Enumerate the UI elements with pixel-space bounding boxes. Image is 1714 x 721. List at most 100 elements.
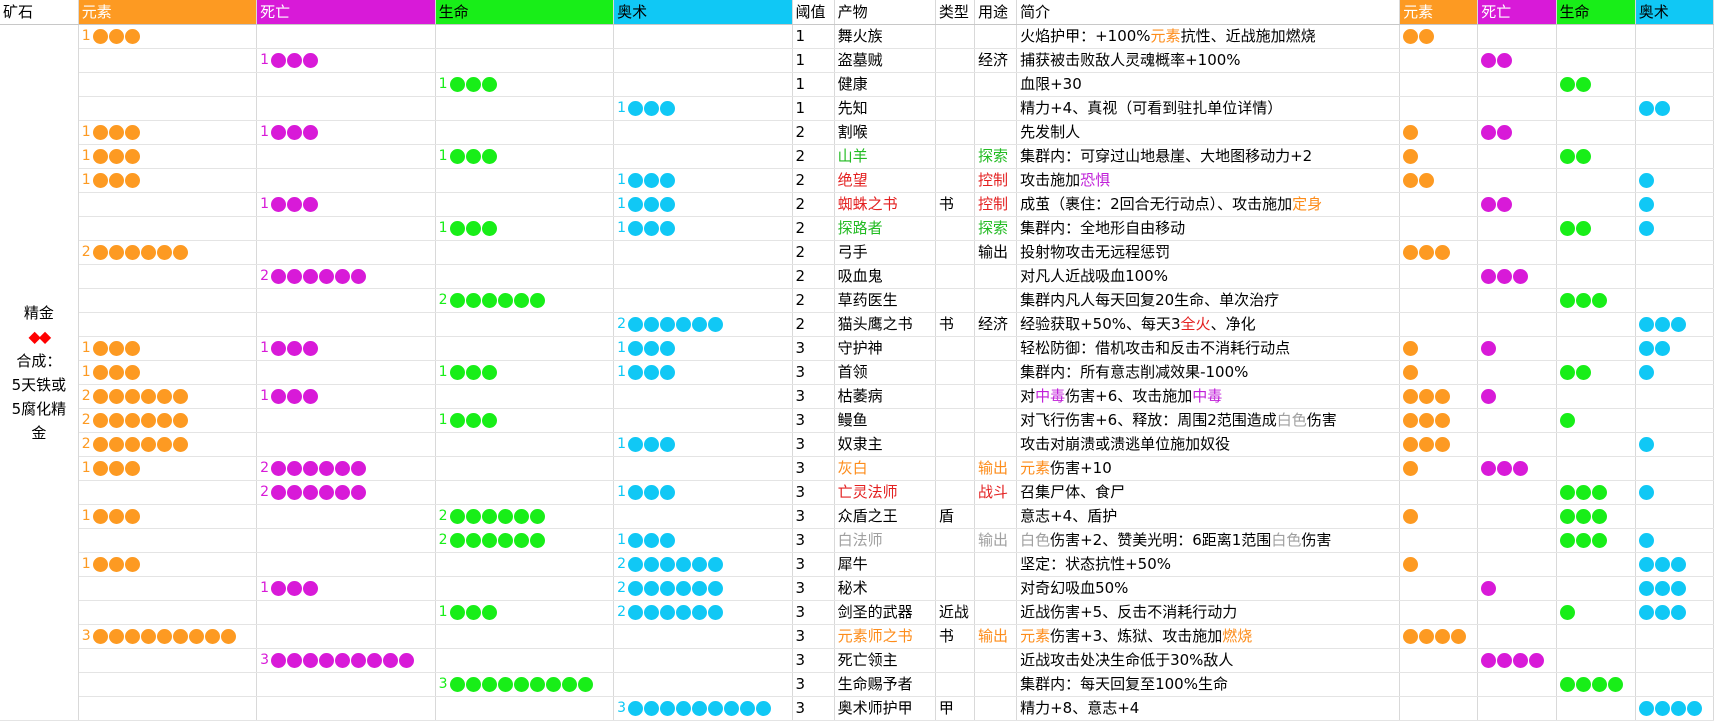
header-output-arcane[interactable]: 奥术 [1635, 0, 1714, 25]
threshold-cell[interactable]: 3 [792, 624, 835, 649]
type-cell[interactable] [935, 120, 975, 145]
output-elem-cell[interactable] [1399, 312, 1479, 337]
output-life-cell[interactable] [1556, 216, 1636, 241]
req-elem-cell[interactable] [78, 600, 258, 625]
use-cell[interactable] [974, 576, 1018, 601]
desc-cell[interactable]: 攻击施加恐惧 [1016, 168, 1401, 193]
desc-cell[interactable]: 捕获被击败敌人灵魂概率+100% [1016, 48, 1401, 73]
desc-cell[interactable]: 对飞行伤害+6、释放：周围2范围造成白色伤害 [1016, 408, 1401, 433]
req-death-cell[interactable] [256, 24, 436, 49]
desc-cell[interactable]: 集群内：每天回复至100%生命 [1016, 672, 1401, 697]
req-life-cell[interactable]: 1 [435, 600, 615, 625]
req-arcane-cell[interactable]: 2 [613, 312, 793, 337]
req-life-cell[interactable] [435, 240, 615, 265]
req-life-cell[interactable] [435, 96, 615, 121]
req-arcane-cell[interactable] [613, 504, 793, 529]
req-arcane-cell[interactable] [613, 72, 793, 97]
req-death-cell[interactable]: 1 [256, 576, 436, 601]
product-cell[interactable]: 守护神 [834, 336, 936, 361]
product-cell[interactable]: 犀牛 [834, 552, 936, 577]
type-cell[interactable]: 书 [935, 192, 975, 217]
header-arcane[interactable]: 奥术 [613, 0, 793, 25]
output-death-cell[interactable] [1477, 504, 1557, 529]
output-death-cell[interactable] [1477, 168, 1557, 193]
threshold-cell[interactable]: 1 [792, 96, 835, 121]
req-death-cell[interactable] [256, 168, 436, 193]
req-arcane-cell[interactable] [613, 648, 793, 673]
product-cell[interactable]: 割喉 [834, 120, 936, 145]
output-death-cell[interactable] [1477, 192, 1557, 217]
use-cell[interactable]: 输出 [974, 240, 1018, 265]
output-life-cell[interactable] [1556, 288, 1636, 313]
req-arcane-cell[interactable]: 1 [613, 192, 793, 217]
use-cell[interactable]: 输出 [974, 624, 1018, 649]
req-death-cell[interactable]: 3 [256, 648, 436, 673]
desc-cell[interactable]: 白色伤害+2、赞美光明：6距离1范围白色伤害 [1016, 528, 1401, 553]
output-death-cell[interactable] [1477, 96, 1557, 121]
use-cell[interactable] [974, 384, 1018, 409]
req-life-cell[interactable]: 1 [435, 72, 615, 97]
threshold-cell[interactable]: 2 [792, 264, 835, 289]
header-death[interactable]: 死亡 [256, 0, 436, 25]
req-elem-cell[interactable]: 1 [78, 24, 258, 49]
product-cell[interactable]: 吸血鬼 [834, 264, 936, 289]
output-arcane-cell[interactable] [1635, 96, 1714, 121]
type-cell[interactable] [935, 48, 975, 73]
output-life-cell[interactable] [1556, 504, 1636, 529]
req-arcane-cell[interactable] [613, 24, 793, 49]
output-death-cell[interactable] [1477, 144, 1557, 169]
req-elem-cell[interactable] [78, 312, 258, 337]
output-elem-cell[interactable] [1399, 408, 1479, 433]
use-cell[interactable]: 探索 [974, 216, 1018, 241]
output-life-cell[interactable] [1556, 672, 1636, 697]
product-cell[interactable]: 先知 [834, 96, 936, 121]
type-cell[interactable] [935, 384, 975, 409]
threshold-cell[interactable]: 3 [792, 432, 835, 457]
req-elem-cell[interactable]: 1 [78, 552, 258, 577]
use-cell[interactable] [974, 120, 1018, 145]
output-life-cell[interactable] [1556, 480, 1636, 505]
use-cell[interactable]: 战斗 [974, 480, 1018, 505]
req-life-cell[interactable] [435, 432, 615, 457]
use-cell[interactable] [974, 504, 1018, 529]
output-arcane-cell[interactable] [1635, 648, 1714, 673]
output-death-cell[interactable] [1477, 360, 1557, 385]
type-cell[interactable]: 近战 [935, 600, 975, 625]
req-life-cell[interactable]: 1 [435, 360, 615, 385]
use-cell[interactable]: 探索 [974, 144, 1018, 169]
output-elem-cell[interactable] [1399, 48, 1479, 73]
use-cell[interactable]: 经济 [974, 312, 1018, 337]
output-elem-cell[interactable] [1399, 672, 1479, 697]
type-cell[interactable] [935, 72, 975, 97]
req-elem-cell[interactable] [78, 192, 258, 217]
output-life-cell[interactable] [1556, 120, 1636, 145]
threshold-cell[interactable]: 3 [792, 600, 835, 625]
threshold-cell[interactable]: 2 [792, 120, 835, 145]
output-life-cell[interactable] [1556, 96, 1636, 121]
req-elem-cell[interactable]: 1 [78, 504, 258, 529]
desc-cell[interactable]: 先发制人 [1016, 120, 1401, 145]
req-arcane-cell[interactable]: 3 [613, 696, 793, 721]
output-arcane-cell[interactable] [1635, 24, 1714, 49]
threshold-cell[interactable]: 2 [792, 240, 835, 265]
threshold-cell[interactable]: 3 [792, 528, 835, 553]
desc-cell[interactable]: 集群内凡人每天回复20生命、单次治疗 [1016, 288, 1401, 313]
product-cell[interactable]: 灰白 [834, 456, 936, 481]
output-death-cell[interactable] [1477, 552, 1557, 577]
type-cell[interactable] [935, 168, 975, 193]
product-cell[interactable]: 首领 [834, 360, 936, 385]
type-cell[interactable] [935, 360, 975, 385]
output-elem-cell[interactable] [1399, 384, 1479, 409]
req-death-cell[interactable] [256, 696, 436, 721]
req-death-cell[interactable] [256, 72, 436, 97]
header-ore[interactable]: 矿石 [0, 0, 79, 25]
req-arcane-cell[interactable] [613, 624, 793, 649]
output-death-cell[interactable] [1477, 216, 1557, 241]
product-cell[interactable]: 探路者 [834, 216, 936, 241]
use-cell[interactable]: 输出 [974, 528, 1018, 553]
threshold-cell[interactable]: 1 [792, 72, 835, 97]
req-death-cell[interactable]: 1 [256, 192, 436, 217]
req-arcane-cell[interactable]: 2 [613, 576, 793, 601]
output-elem-cell[interactable] [1399, 456, 1479, 481]
product-cell[interactable]: 白法师 [834, 528, 936, 553]
